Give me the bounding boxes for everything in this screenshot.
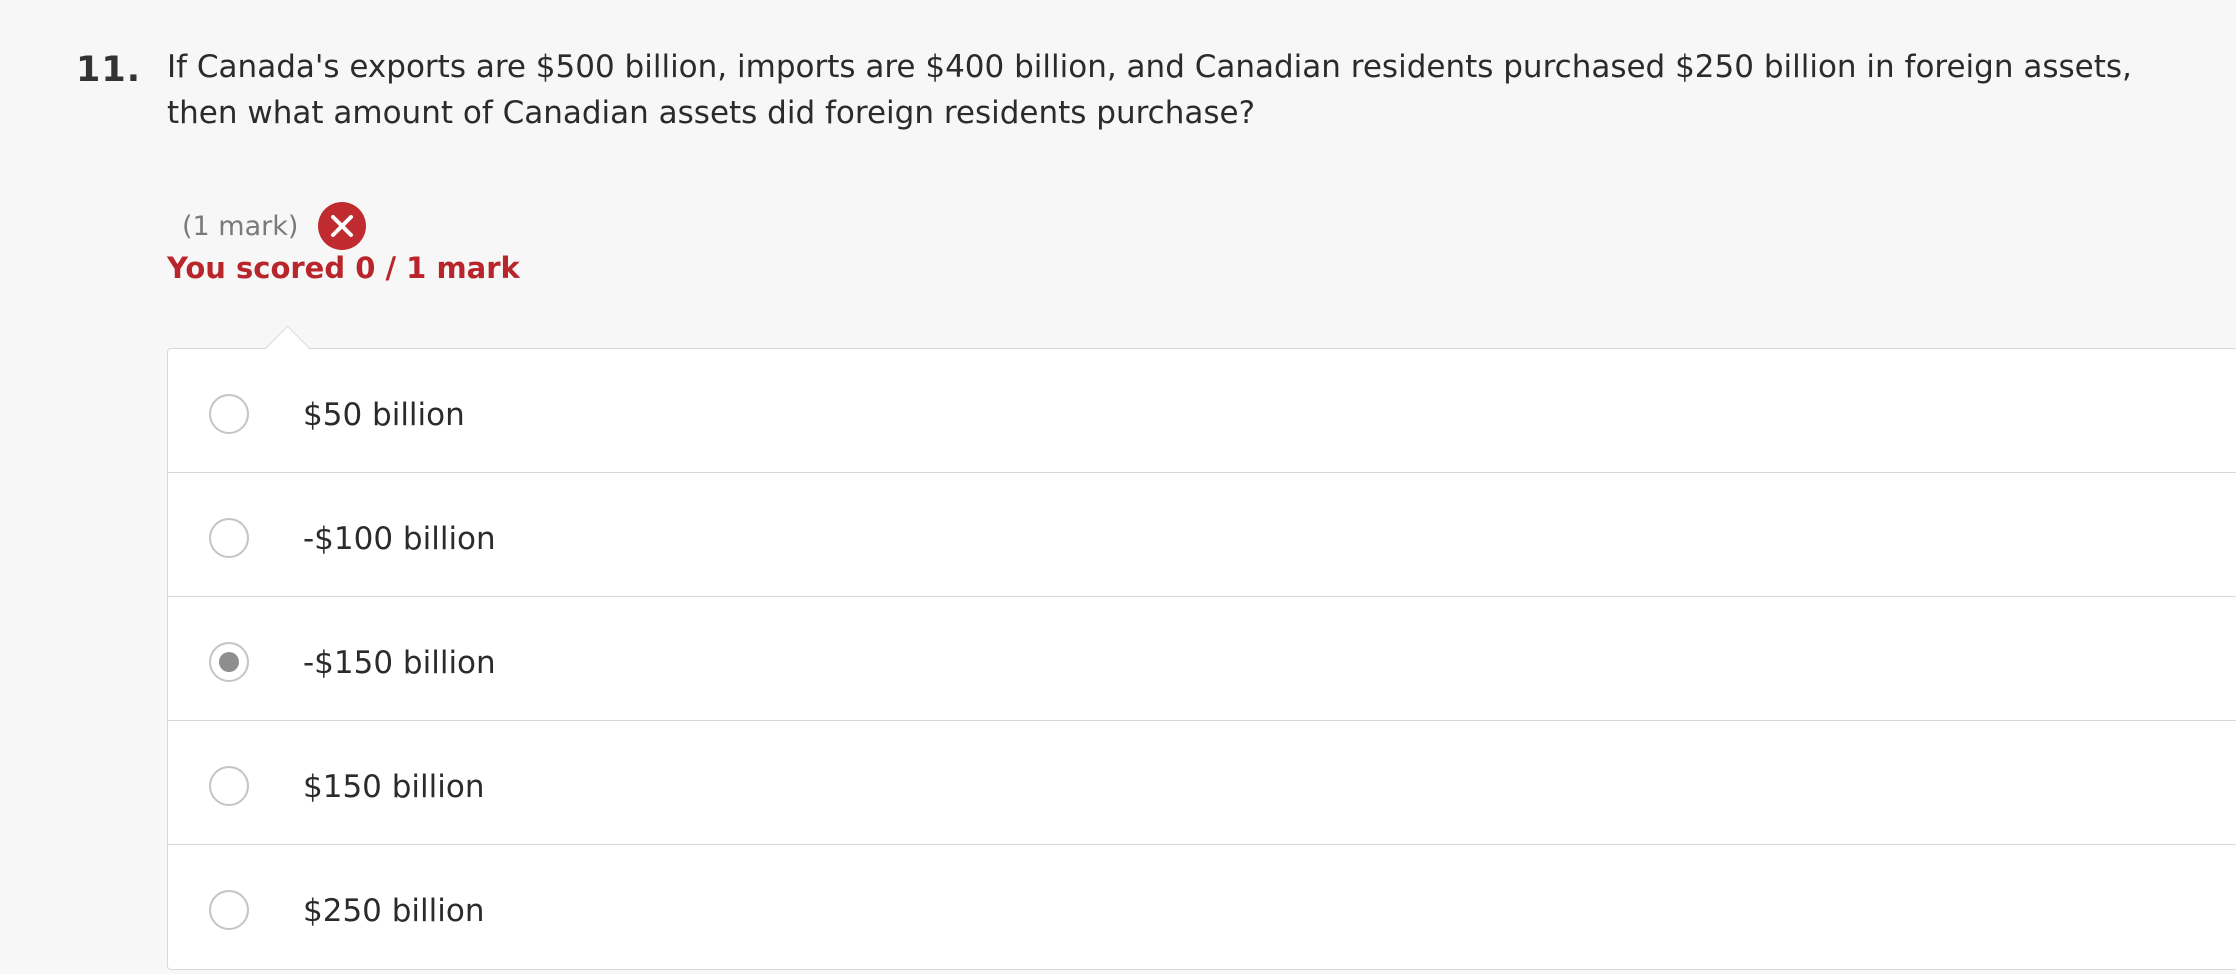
- answer-label: -$150 billion: [303, 645, 496, 681]
- answer-label: -$100 billion: [303, 521, 496, 557]
- answer-option[interactable]: -$150 billion: [168, 597, 2236, 721]
- radio-button[interactable]: [209, 518, 249, 558]
- answer-option[interactable]: $250 billion: [168, 845, 2236, 968]
- question-text: If Canada's exports are $500 billion, im…: [167, 49, 2132, 131]
- radio-button[interactable]: [209, 642, 249, 682]
- score-text: You scored 0 / 1 mark: [167, 251, 520, 285]
- radio-button[interactable]: [209, 890, 249, 930]
- mark-row: (1 mark): [182, 202, 367, 250]
- radio-button[interactable]: [209, 766, 249, 806]
- answer-label: $50 billion: [303, 397, 465, 433]
- answer-option[interactable]: $150 billion: [168, 721, 2236, 845]
- question-number: 11.: [76, 50, 142, 90]
- incorrect-icon: [318, 202, 367, 250]
- question-marks: (1 mark): [182, 210, 299, 242]
- close-icon: [331, 215, 354, 237]
- answer-options: $50 billion -$100 billion -$150 billion …: [167, 348, 2236, 970]
- question-block: 11. If Canada's exports are $500 billion…: [0, 0, 2236, 974]
- answer-label: $150 billion: [303, 769, 485, 805]
- answer-label: $250 billion: [303, 893, 485, 929]
- radio-button[interactable]: [209, 394, 249, 434]
- answer-option[interactable]: -$100 billion: [168, 473, 2236, 597]
- answer-option[interactable]: $50 billion: [168, 349, 2236, 473]
